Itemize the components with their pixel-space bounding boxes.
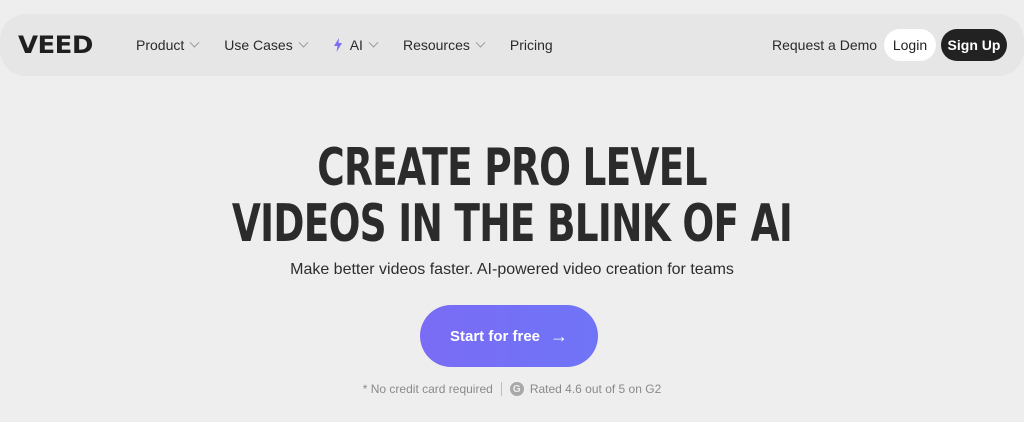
menu-item-product[interactable]: Product bbox=[136, 36, 200, 54]
request-demo-link[interactable]: Request a Demo bbox=[772, 36, 877, 54]
hero-subheading: Make better videos faster. AI-powered vi… bbox=[290, 261, 734, 278]
g2-logo-icon: G bbox=[509, 382, 524, 396]
menu-item-label: AI bbox=[349, 37, 363, 53]
menu-item-resources[interactable]: Resources bbox=[402, 36, 486, 54]
menu-item-label: Resources bbox=[402, 37, 470, 53]
menu-item-use-cases[interactable]: Use Cases bbox=[224, 36, 309, 54]
start-for-free-button[interactable]: Start for free → bbox=[420, 305, 598, 367]
veed-logo[interactable]: VEED bbox=[18, 32, 93, 58]
cta-label: Start for free bbox=[449, 327, 541, 345]
no-credit-card-note: * No credit card required bbox=[362, 382, 493, 396]
menu-item-ai[interactable]: AI bbox=[333, 36, 379, 54]
lightning-icon bbox=[333, 38, 342, 52]
top-navigation: VEED Product Use Cases AI Resources Pric… bbox=[0, 14, 1024, 76]
chevron-down-icon bbox=[368, 37, 379, 48]
footnote-divider bbox=[500, 382, 502, 396]
menu-item-label: Use Cases bbox=[224, 37, 293, 53]
login-button[interactable]: Login bbox=[884, 29, 936, 61]
main-menu: Product Use Cases AI Resources Pricing bbox=[136, 36, 579, 54]
hero-footnote: * No credit card required G Rated 4.6 ou… bbox=[0, 382, 1024, 396]
arrow-right-icon: → bbox=[550, 326, 569, 346]
hero-headline-line-1: CREATE PRO LEVEL bbox=[317, 138, 707, 198]
menu-item-label: Product bbox=[136, 37, 185, 53]
chevron-down-icon bbox=[298, 37, 309, 48]
menu-item-pricing[interactable]: Pricing bbox=[510, 36, 553, 54]
landing-page: VEED Product Use Cases AI Resources Pric… bbox=[0, 0, 1024, 422]
g2-rating-text[interactable]: Rated 4.6 out of 5 on G2 bbox=[530, 382, 661, 396]
chevron-down-icon bbox=[189, 37, 200, 48]
signup-button[interactable]: Sign Up bbox=[941, 29, 1007, 61]
hero-headline-line-2: VIDEOS IN THE BLINK OF AI bbox=[231, 194, 793, 254]
menu-item-label: Pricing bbox=[509, 37, 553, 53]
chevron-down-icon bbox=[475, 37, 486, 48]
